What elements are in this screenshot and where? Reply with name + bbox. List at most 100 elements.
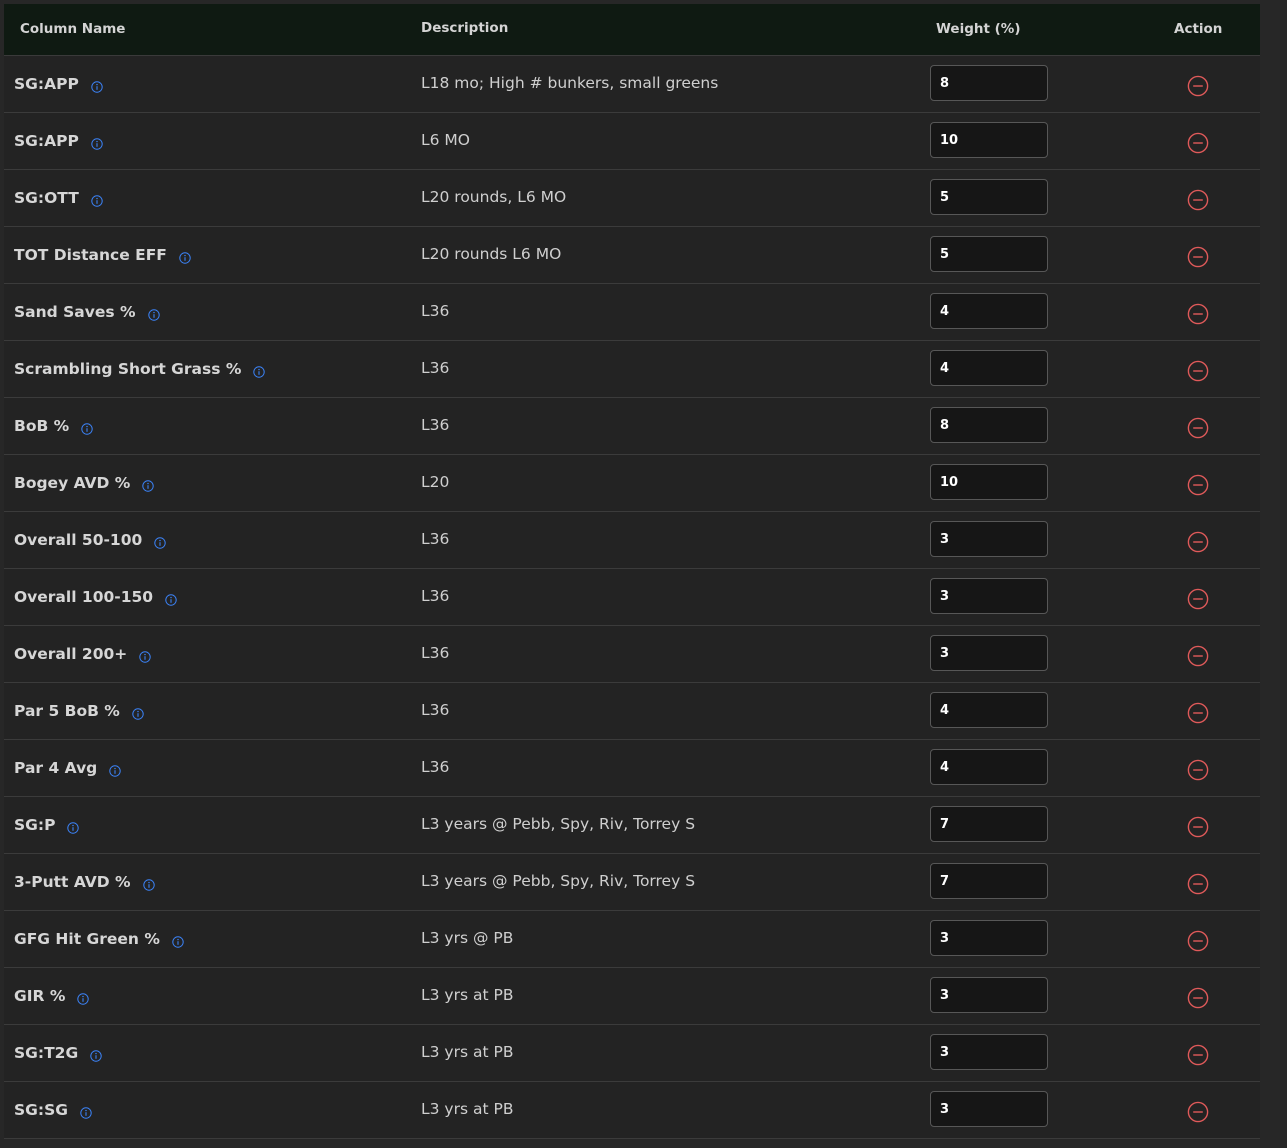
column-name-cell: SG:SG [14, 1082, 92, 1138]
weight-input[interactable] [930, 407, 1048, 443]
weight-input[interactable] [930, 635, 1048, 671]
table-row: Scrambling Short Grass % L36 [4, 341, 1260, 398]
weight-input[interactable] [930, 1091, 1048, 1127]
weight-input[interactable] [930, 521, 1048, 557]
weight-input[interactable] [930, 749, 1048, 785]
column-name-cell: GFG Hit Green % [14, 911, 184, 967]
table-row: SG:T2G L3 yrs at PB [4, 1025, 1260, 1082]
remove-row-button[interactable] [1187, 303, 1209, 325]
remove-row-button[interactable] [1187, 75, 1209, 97]
remove-row-button[interactable] [1187, 189, 1209, 211]
column-name-label: SG:OTT [14, 189, 79, 207]
info-icon[interactable] [80, 1105, 92, 1119]
remove-row-button[interactable] [1187, 417, 1209, 439]
description-cell: L36 [421, 644, 450, 662]
description-cell: L3 yrs @ PB [421, 929, 514, 947]
info-icon[interactable] [165, 592, 177, 606]
table-row: 3-Putt AVD % L3 years @ Pebb, Spy, Riv, T… [4, 854, 1260, 911]
minus-circle-icon [1187, 360, 1209, 382]
weight-input[interactable] [930, 920, 1048, 956]
minus-circle-icon [1187, 531, 1209, 553]
column-name-cell: Bogey AVD % [14, 455, 155, 511]
weight-input[interactable] [930, 350, 1048, 386]
remove-row-button[interactable] [1187, 873, 1209, 895]
column-name-label: Overall 50-100 [14, 531, 143, 549]
info-icon[interactable] [179, 250, 191, 264]
info-icon[interactable] [91, 136, 103, 150]
info-icon[interactable] [77, 991, 90, 1005]
remove-row-button[interactable] [1187, 702, 1209, 724]
info-icon[interactable] [142, 478, 155, 492]
info-icon[interactable] [132, 706, 144, 720]
weight-input[interactable] [930, 293, 1048, 329]
minus-circle-icon [1187, 873, 1209, 895]
description-cell: L36 [421, 758, 450, 776]
info-icon[interactable] [172, 934, 184, 948]
minus-circle-icon [1187, 759, 1209, 781]
table-row: SG:OTT L20 rounds, L6 MO [4, 170, 1260, 227]
remove-row-button[interactable] [1187, 816, 1209, 838]
column-name-cell: SG:OTT [14, 170, 103, 226]
weight-input[interactable] [930, 179, 1048, 215]
info-icon[interactable] [91, 79, 103, 93]
weight-input[interactable] [930, 236, 1048, 272]
column-name-header: Column Name [20, 21, 126, 37]
weight-input[interactable] [930, 977, 1048, 1013]
column-name-label: Par 5 BoB % [14, 702, 120, 720]
remove-row-button[interactable] [1187, 360, 1209, 382]
table-row: Sand Saves % L36 [4, 284, 1260, 341]
column-name-cell: Overall 200+ [14, 626, 151, 682]
weight-input[interactable] [930, 65, 1048, 101]
weight-input[interactable] [930, 692, 1048, 728]
remove-row-button[interactable] [1187, 246, 1209, 268]
info-icon[interactable] [109, 763, 121, 777]
info-icon[interactable] [142, 877, 155, 891]
minus-circle-icon [1187, 1044, 1209, 1066]
description-cell: L3 yrs at PB [421, 1043, 514, 1061]
remove-row-button[interactable] [1187, 531, 1209, 553]
column-name-label: SG:P [14, 816, 56, 834]
description-cell: L6 MO [421, 131, 470, 149]
remove-row-button[interactable] [1187, 930, 1209, 952]
remove-row-button[interactable] [1187, 645, 1209, 667]
column-name-label: SG:T2G [14, 1044, 79, 1062]
info-icon[interactable] [91, 193, 103, 207]
weight-input[interactable] [930, 806, 1048, 842]
minus-circle-icon [1187, 417, 1209, 439]
remove-row-button[interactable] [1187, 1101, 1209, 1123]
info-icon[interactable] [90, 1048, 102, 1062]
minus-circle-icon [1187, 132, 1209, 154]
column-name-cell: TOT Distance EFF [14, 227, 191, 283]
column-name-cell: GIR % [14, 968, 90, 1024]
column-name-label: Overall 100-150 [14, 588, 154, 606]
info-icon[interactable] [81, 421, 93, 435]
weight-input[interactable] [930, 464, 1048, 500]
column-name-label: Sand Saves % [14, 303, 136, 321]
remove-row-button[interactable] [1187, 474, 1209, 496]
info-icon[interactable] [139, 649, 151, 663]
weight-input[interactable] [930, 863, 1048, 899]
remove-row-button[interactable] [1187, 588, 1209, 610]
info-icon[interactable] [67, 820, 80, 834]
info-icon[interactable] [147, 307, 160, 321]
description-cell: L20 rounds L6 MO [421, 245, 562, 263]
minus-circle-icon [1187, 588, 1209, 610]
column-name-label: SG:APP [14, 132, 79, 150]
weight-input[interactable] [930, 578, 1048, 614]
minus-circle-icon [1187, 246, 1209, 268]
column-name-label: GIR % [14, 987, 66, 1005]
remove-row-button[interactable] [1187, 987, 1209, 1009]
minus-circle-icon [1187, 1101, 1209, 1123]
info-icon[interactable] [154, 535, 166, 549]
remove-row-button[interactable] [1187, 1044, 1209, 1066]
remove-row-button[interactable] [1187, 759, 1209, 781]
info-icon[interactable] [253, 364, 266, 378]
weight-input[interactable] [930, 1034, 1048, 1070]
table-row: Par 4 Avg L36 [4, 740, 1260, 797]
weights-table: Column Name Description Weight (%) Actio… [4, 4, 1260, 1139]
weight-input[interactable] [930, 122, 1048, 158]
description-cell: L36 [421, 701, 450, 719]
table-row: BoB % L36 [4, 398, 1260, 455]
column-name-cell: Overall 50-100 [14, 512, 166, 568]
remove-row-button[interactable] [1187, 132, 1209, 154]
